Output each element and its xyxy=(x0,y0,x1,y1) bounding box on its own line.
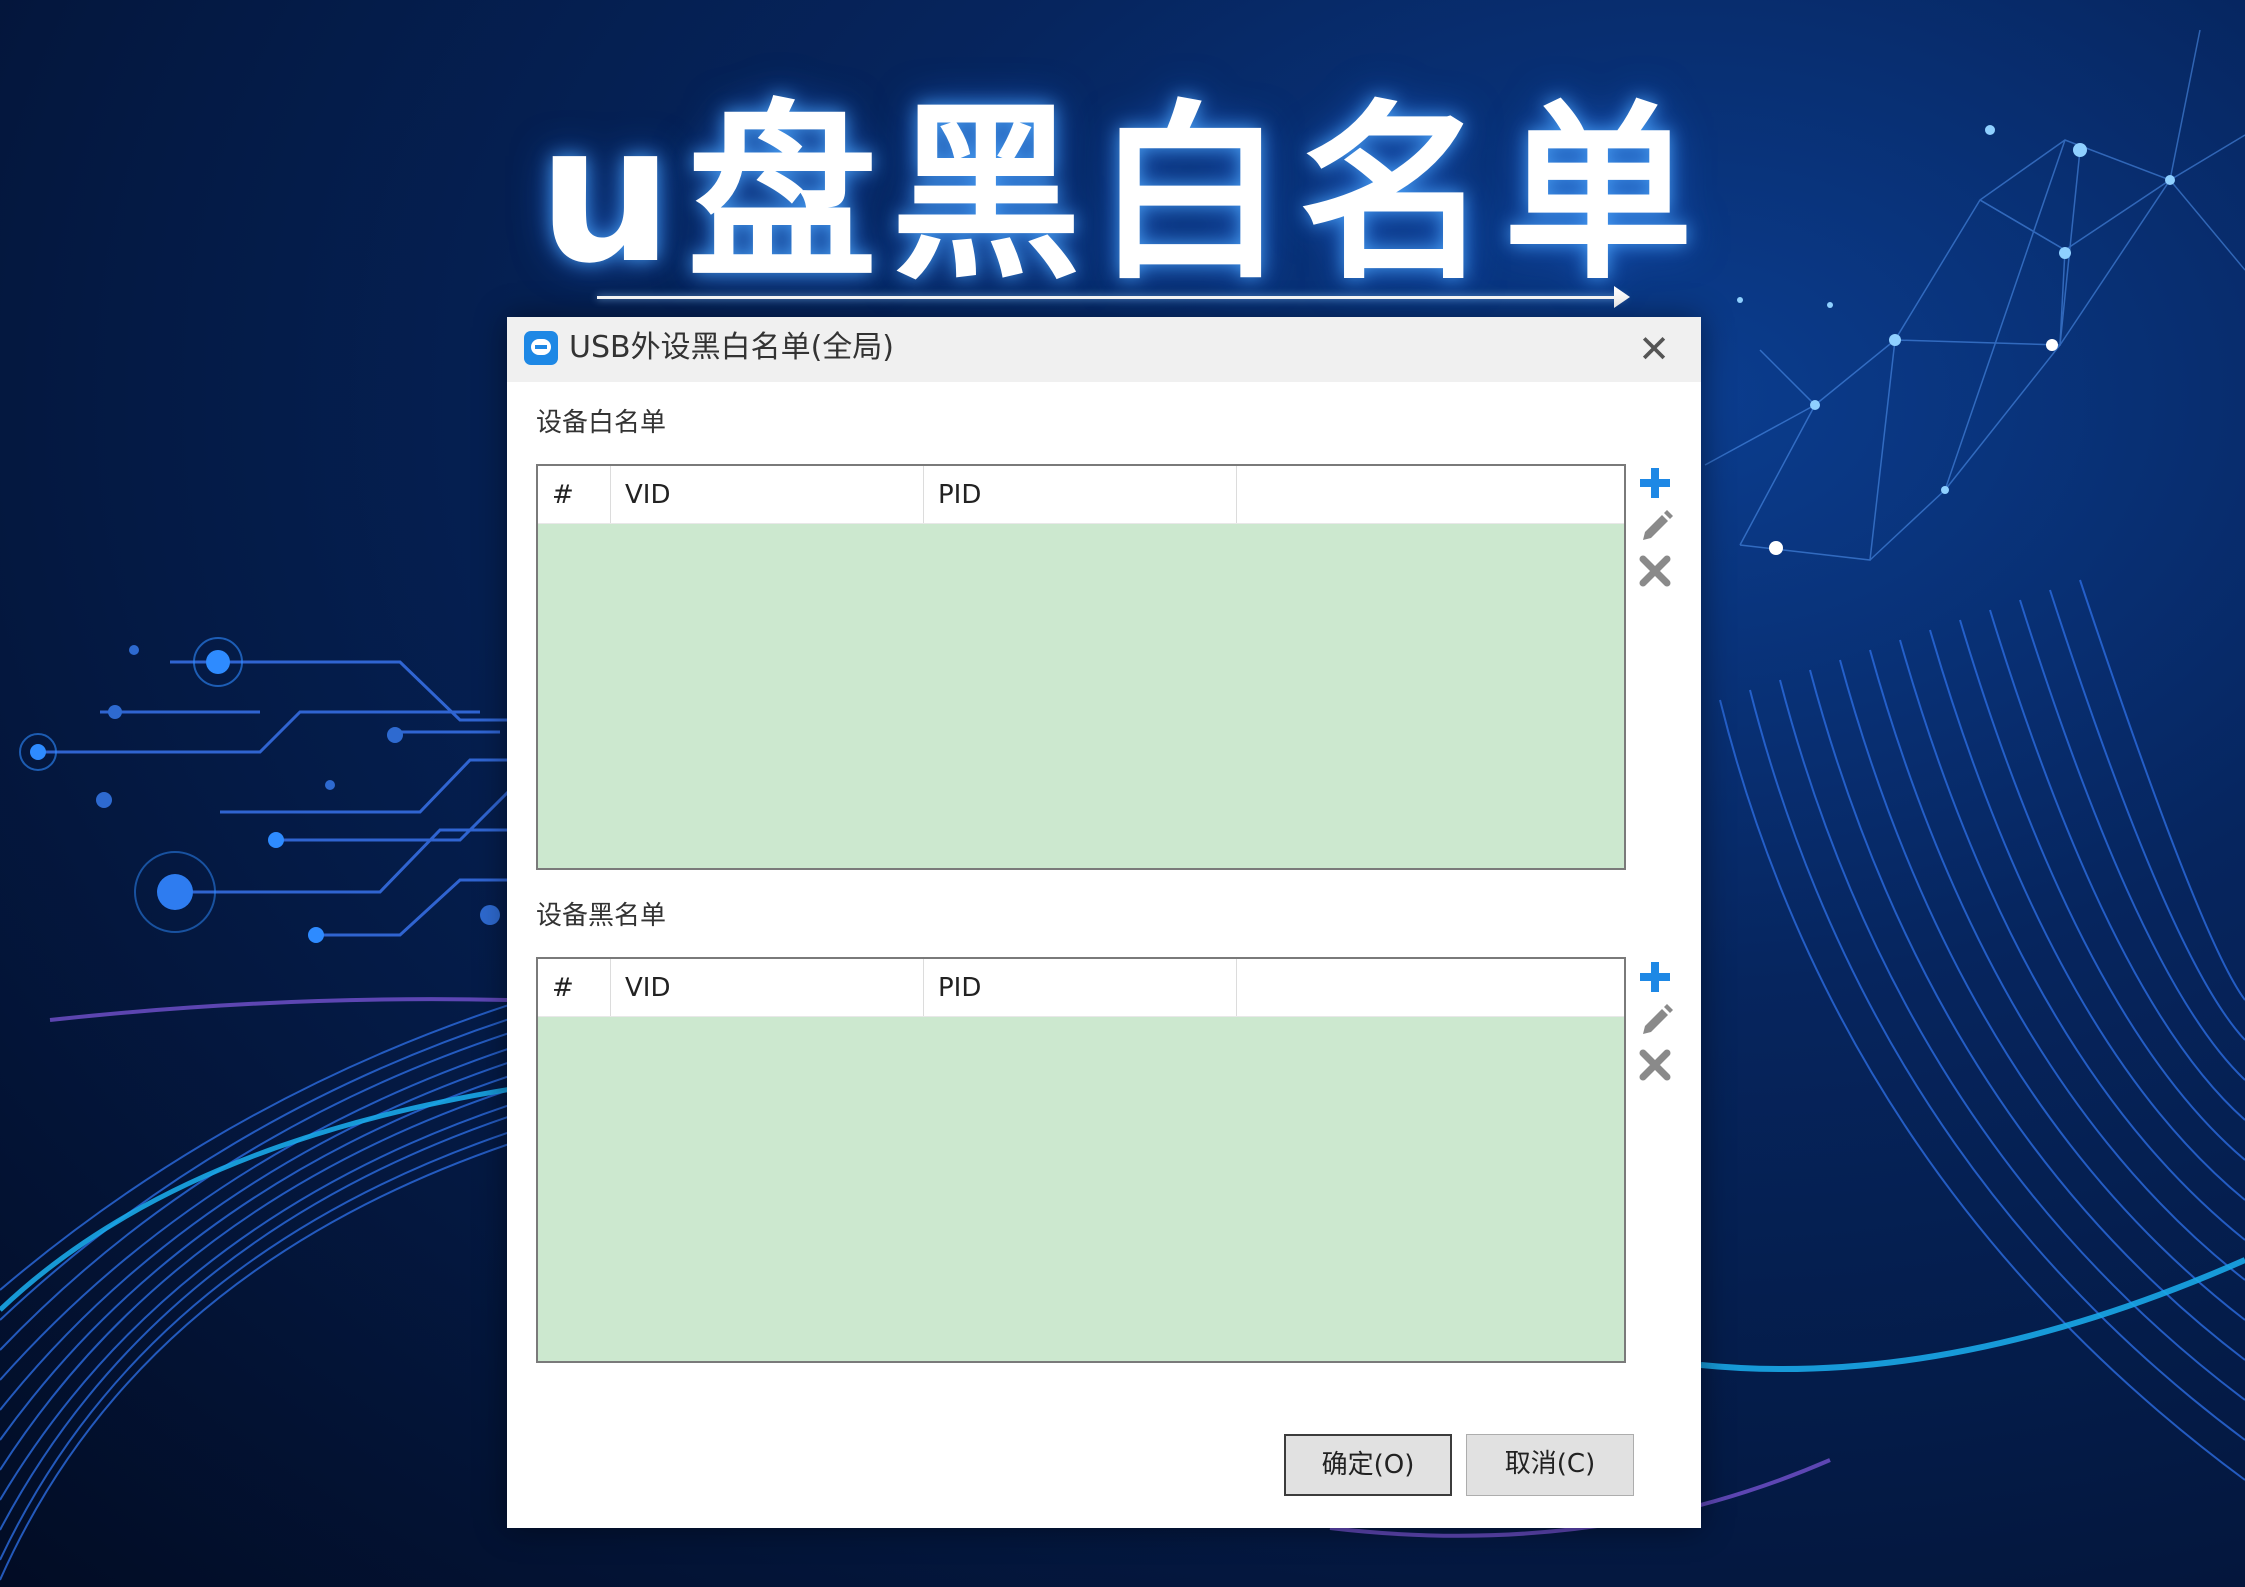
column-header-vid[interactable]: VID xyxy=(611,466,924,523)
close-button[interactable]: ✕ xyxy=(1631,327,1677,371)
add-icon[interactable] xyxy=(1634,463,1676,503)
headline-title: u盘黑白名单 xyxy=(537,84,1708,305)
headline-underline xyxy=(597,296,1625,299)
whitelist-table-header: # VID PID xyxy=(538,466,1624,524)
delete-icon[interactable] xyxy=(1634,1045,1676,1085)
blacklist-table[interactable]: # VID PID xyxy=(536,957,1626,1363)
add-icon[interactable] xyxy=(1634,957,1676,997)
dialog-title: USB外设黑白名单(全局) xyxy=(569,330,894,365)
dialog-titlebar: USB外设黑白名单(全局) ✕ xyxy=(507,317,1701,382)
column-header-extra[interactable] xyxy=(1237,959,1624,1016)
whitelist-table[interactable]: # VID PID xyxy=(536,464,1626,870)
column-header-extra[interactable] xyxy=(1237,466,1624,523)
delete-icon[interactable] xyxy=(1634,551,1676,591)
column-header-vid[interactable]: VID xyxy=(611,959,924,1016)
column-header-index[interactable]: # xyxy=(538,466,611,523)
edit-icon[interactable] xyxy=(1634,507,1676,547)
whitelist-label: 设备白名单 xyxy=(536,408,667,438)
cancel-button[interactable]: 取消(C) xyxy=(1466,1434,1634,1496)
ok-button[interactable]: 确定(O) xyxy=(1284,1434,1452,1496)
headline-underline-arrow xyxy=(1614,286,1630,308)
blacklist-label: 设备黑名单 xyxy=(536,901,667,931)
column-header-pid[interactable]: PID xyxy=(924,959,1237,1016)
column-header-index[interactable]: # xyxy=(538,959,611,1016)
edit-icon[interactable] xyxy=(1634,1001,1676,1041)
blacklist-table-header: # VID PID xyxy=(538,959,1624,1017)
column-header-pid[interactable]: PID xyxy=(924,466,1237,523)
app-icon xyxy=(524,331,558,365)
usb-blacklist-whitelist-dialog: USB外设黑白名单(全局) ✕ 设备白名单 # VID PID 设备黑名单 # … xyxy=(507,317,1701,1528)
